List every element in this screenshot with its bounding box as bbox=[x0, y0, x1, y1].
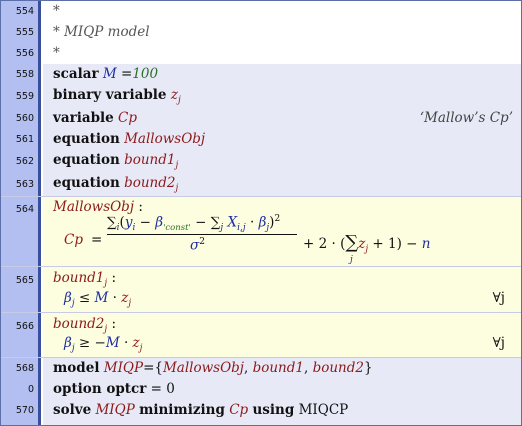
keyword: scalar bbox=[53, 66, 99, 82]
line-number: 564 bbox=[1, 197, 38, 266]
equation-name: bound2 bbox=[53, 316, 105, 332]
equals: = bbox=[120, 66, 133, 82]
line-560: 560 variable Cp ‘Mallow’s Cp’ bbox=[1, 108, 521, 129]
fraction-bar bbox=[107, 234, 297, 235]
solver-type: MIQCP bbox=[298, 402, 349, 418]
line-number: 562 bbox=[1, 150, 38, 173]
symbol: z bbox=[170, 87, 178, 103]
line-556: 556 * bbox=[1, 43, 521, 64]
line-563: 563 equation bound2j bbox=[1, 173, 521, 197]
keyword: equation bbox=[53, 152, 120, 168]
line-568: 568 model MIQP={MallowsObj, bound1, boun… bbox=[1, 358, 521, 379]
line-559: 559 binary variable zj bbox=[1, 85, 521, 108]
line-number: 560 bbox=[1, 108, 38, 129]
model-name: MIQP bbox=[103, 360, 144, 376]
symbol: bound1 bbox=[124, 152, 176, 168]
keyword: equation bbox=[53, 131, 120, 147]
line-number: 554 bbox=[1, 1, 38, 22]
line-555: 555 * MIQP model bbox=[1, 22, 521, 43]
code-listing: 554 * 555 * MIQP model 556 * 558 scalar … bbox=[0, 0, 522, 426]
line-561: 561 equation MallowsObj bbox=[1, 129, 521, 150]
model-name: MIQP bbox=[95, 402, 135, 418]
lhs: Cp bbox=[64, 232, 83, 248]
comment: * bbox=[53, 45, 60, 61]
line-564: 564 MallowsObj : Cp = ∑i(yi − β'const' −… bbox=[1, 197, 521, 267]
keyword: option optcr bbox=[53, 381, 147, 397]
line-number: 566 bbox=[1, 313, 38, 357]
line-number: 559 bbox=[1, 85, 38, 108]
line-558: 558 scalar M =100 bbox=[1, 64, 521, 85]
line-number: 0 bbox=[1, 379, 38, 400]
symbol: M bbox=[102, 66, 117, 82]
symbol: Cp bbox=[118, 110, 138, 126]
line-number: 565 bbox=[1, 267, 38, 312]
line-number: 568 bbox=[1, 358, 38, 379]
forall-domain: ∀j bbox=[492, 335, 505, 351]
line-number: 563 bbox=[1, 173, 38, 196]
line-number: 561 bbox=[1, 129, 38, 150]
sum-index: j bbox=[350, 255, 353, 265]
line-570: 570 solve MIQP minimizing Cp using MIQCP bbox=[1, 400, 521, 425]
symbol: MallowsObj bbox=[124, 131, 206, 147]
comment: * bbox=[53, 3, 60, 19]
equation-name: MallowsObj bbox=[53, 199, 135, 215]
keyword: solve bbox=[53, 402, 92, 418]
keyword: equation bbox=[53, 175, 120, 191]
constraint: βj ≤ M · zj bbox=[64, 290, 132, 309]
equals: = bbox=[91, 232, 103, 248]
keyword: model bbox=[53, 360, 100, 376]
symbol: bound2 bbox=[124, 175, 176, 191]
line-562: 562 equation bound1j bbox=[1, 150, 521, 173]
forall-domain: ∀j bbox=[492, 290, 505, 306]
line-554: 554 * bbox=[1, 1, 521, 22]
objective-variable: Cp bbox=[229, 402, 249, 418]
tail: + 2 · (∑zj + 1) − n bbox=[303, 232, 431, 255]
line-number: 556 bbox=[1, 43, 38, 64]
line-565: 565 bound1j : βj ≤ M · zj ∀j bbox=[1, 267, 521, 313]
equation-name: bound1 bbox=[53, 270, 105, 286]
value: = 0 bbox=[150, 381, 175, 397]
denominator: σ2 bbox=[190, 237, 205, 254]
value: 100 bbox=[132, 66, 159, 82]
constraint: βj ≥ −M · zj bbox=[64, 335, 143, 354]
line-0: 0 option optcr = 0 bbox=[1, 379, 521, 400]
keyword: binary variable bbox=[53, 87, 167, 103]
line-number: 555 bbox=[1, 22, 38, 43]
line-566: 566 bound2j : βj ≥ −M · zj ∀j bbox=[1, 313, 521, 358]
line-number: 570 bbox=[1, 400, 38, 425]
numerator: ∑i(yi − β'const' − ∑j Xi,j · βj)2 bbox=[107, 214, 281, 234]
comment: * MIQP model bbox=[53, 24, 150, 40]
variable-description: ‘Mallow’s Cp’ bbox=[419, 110, 513, 126]
keyword: variable bbox=[53, 110, 114, 126]
line-number: 558 bbox=[1, 64, 38, 85]
